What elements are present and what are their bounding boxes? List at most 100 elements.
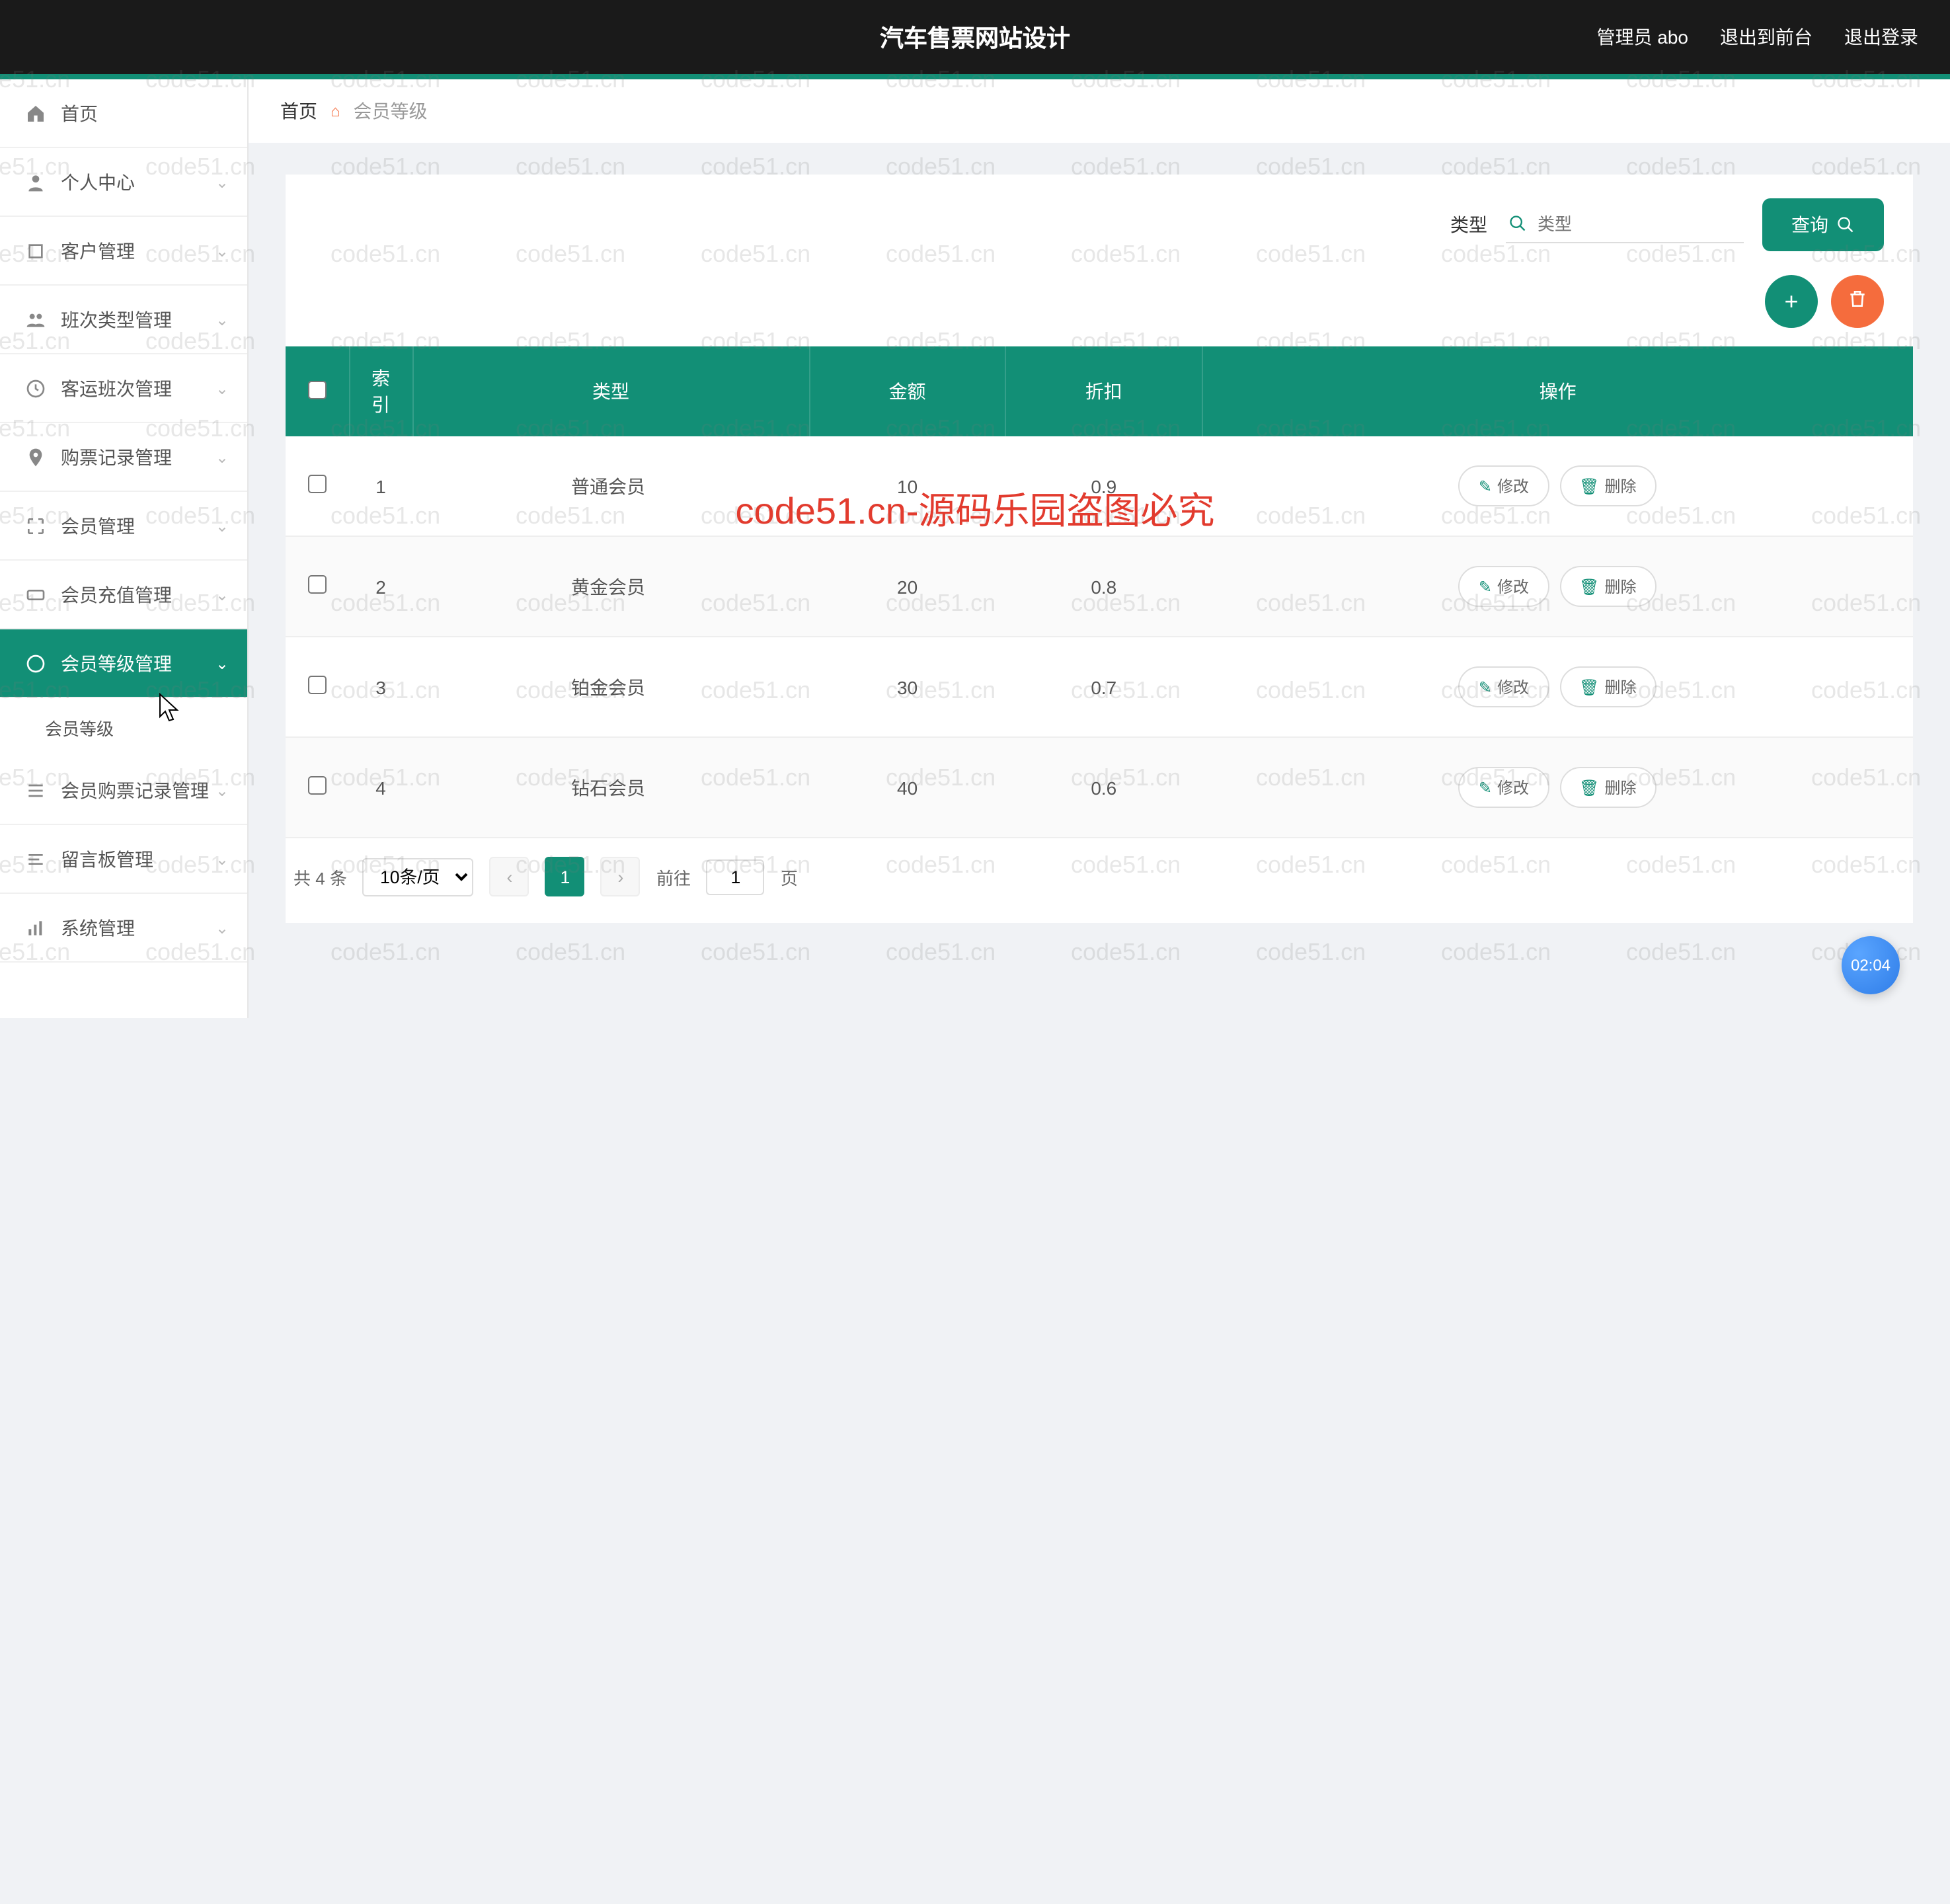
search-input[interactable] xyxy=(1506,206,1744,243)
table-header-5: 操作 xyxy=(1202,346,1913,436)
sidebar-item-label: 首页 xyxy=(61,100,98,126)
list-icon xyxy=(24,779,48,801)
next-page-button[interactable]: › xyxy=(601,857,641,896)
edit-button[interactable]: ✎ 修改 xyxy=(1459,566,1549,607)
search-button-label: 查询 xyxy=(1791,212,1828,238)
sidebar-item-1[interactable]: 个人中心 ⌄ xyxy=(0,148,247,217)
add-button[interactable]: + xyxy=(1765,275,1818,328)
delete-button[interactable]: 🗑 删除 xyxy=(1559,566,1657,607)
sidebar-item-5[interactable]: 购票记录管理⌄ xyxy=(0,423,247,492)
chevron-down-icon: ⌄ xyxy=(215,918,229,937)
sidebar-item-label: 购票记录管理 xyxy=(61,444,172,470)
pagination: 共 4 条 10条/页 ‹ 1 › 前往 页 xyxy=(286,838,1913,896)
cell-actions: ✎ 修改🗑 删除 xyxy=(1202,637,1913,737)
breadcrumb-current: 会员等级 xyxy=(354,98,428,124)
sidebar-item-11[interactable]: 系统管理 ⌄ xyxy=(0,894,247,963)
edit-button[interactable]: ✎ 修改 xyxy=(1459,666,1549,707)
table-header-0 xyxy=(286,346,349,436)
chevron-down-icon: ⌄ xyxy=(215,654,229,672)
edit-button[interactable]: ✎ 修改 xyxy=(1459,767,1549,808)
select-all-checkbox[interactable] xyxy=(308,380,327,399)
cell-index: 1 xyxy=(349,436,412,536)
sidebar-item-10[interactable]: 留言板管理 ⌄ xyxy=(0,825,247,894)
sidebar-item-9[interactable]: 会员购票记录管理 ⌄ xyxy=(0,756,247,825)
sidebar-item-label: 会员管理 xyxy=(61,512,135,539)
cell-index: 2 xyxy=(349,536,412,637)
sidebar-item-label: 留言板管理 xyxy=(61,846,153,872)
cell-amount: 30 xyxy=(809,637,1005,737)
chevron-down-icon: ⌄ xyxy=(215,310,229,329)
breadcrumb: 首页 ⌂ 会员等级 xyxy=(249,79,1950,143)
sidebar-item-label: 会员充值管理 xyxy=(61,581,172,608)
row-checkbox[interactable] xyxy=(308,676,327,694)
page-size-select[interactable]: 10条/页 xyxy=(363,857,474,896)
app-title: 汽车售票网站设计 xyxy=(880,20,1070,54)
table-header-4: 折扣 xyxy=(1005,346,1202,436)
data-table: 索引类型金额折扣操作 1普通会员100.9✎ 修改🗑 删除2黄金会员200.8✎… xyxy=(286,346,1913,838)
trash-icon: 🗑 xyxy=(1579,477,1599,495)
chevron-left-icon: ‹ xyxy=(506,867,512,887)
star-icon xyxy=(24,653,48,674)
sidebar-item-label: 客户管理 xyxy=(61,237,135,264)
action-bar: + xyxy=(286,264,1913,346)
jump-page-input[interactable] xyxy=(707,859,765,894)
table-row: 3铂金会员300.7✎ 修改🗑 删除 xyxy=(286,637,1913,737)
trash-icon: 🗑 xyxy=(1579,778,1599,797)
sidebar-item-label: 系统管理 xyxy=(61,914,135,941)
sidebar-item-7[interactable]: 会员充值管理⌄ xyxy=(0,561,247,629)
total-count: 共 4 条 xyxy=(293,864,347,889)
sidebar-item-3[interactable]: 班次类型管理 ⌄ xyxy=(0,286,247,354)
search-button[interactable]: 查询 xyxy=(1762,198,1884,251)
sidebar-item-label: 班次类型管理 xyxy=(61,306,172,333)
page-number-1[interactable]: 1 xyxy=(545,857,585,896)
chevron-down-icon: ⌄ xyxy=(215,781,229,799)
cell-type: 铂金会员 xyxy=(412,637,809,737)
cell-actions: ✎ 修改🗑 删除 xyxy=(1202,737,1913,838)
plus-icon: + xyxy=(1784,288,1798,315)
cell-discount: 0.8 xyxy=(1005,536,1202,637)
sidebar-subitem[interactable]: 会员等级 xyxy=(0,698,247,756)
sidebar-item-label: 客运班次管理 xyxy=(61,375,172,401)
row-checkbox[interactable] xyxy=(308,475,327,493)
logout-link[interactable]: 退出登录 xyxy=(1844,24,1918,50)
chevron-right-icon: › xyxy=(617,867,623,887)
search-bar: 类型 查询 xyxy=(286,175,1913,264)
edit-icon: ✎ xyxy=(1479,678,1492,696)
cell-type: 钻石会员 xyxy=(412,737,809,838)
jump-prefix: 前往 xyxy=(656,864,691,889)
cell-actions: ✎ 修改🗑 删除 xyxy=(1202,436,1913,536)
sidebar-item-4[interactable]: 客运班次管理 ⌄ xyxy=(0,354,247,423)
exit-front-link[interactable]: 退出到前台 xyxy=(1720,24,1813,50)
header-divider xyxy=(0,74,1950,79)
chevron-down-icon: ⌄ xyxy=(215,173,229,191)
crop-icon xyxy=(24,240,48,261)
cell-discount: 0.6 xyxy=(1005,737,1202,838)
sidebar-item-8[interactable]: 会员等级管理 ⌄ xyxy=(0,629,247,698)
sidebar-item-0[interactable]: 首页 xyxy=(0,79,247,148)
cell-type: 普通会员 xyxy=(412,436,809,536)
menu-icon xyxy=(24,848,48,869)
trash-icon: 🗑 xyxy=(1579,678,1599,696)
timer-badge: 02:04 xyxy=(1842,936,1900,994)
breadcrumb-home[interactable]: 首页 xyxy=(280,98,317,124)
sidebar-item-label: 会员等级管理 xyxy=(61,650,172,676)
bars-icon xyxy=(24,917,48,938)
admin-label[interactable]: 管理员 abo xyxy=(1597,24,1689,50)
row-checkbox[interactable] xyxy=(308,575,327,594)
chevron-down-icon: ⌄ xyxy=(215,379,229,397)
row-checkbox[interactable] xyxy=(308,776,327,795)
cell-discount: 0.7 xyxy=(1005,637,1202,737)
sidebar-item-6[interactable]: 会员管理⌄ xyxy=(0,492,247,561)
sidebar-item-2[interactable]: 客户管理⌄ xyxy=(0,217,247,286)
cell-index: 4 xyxy=(349,737,412,838)
table-row: 2黄金会员200.8✎ 修改🗑 删除 xyxy=(286,536,1913,637)
bulk-delete-button[interactable] xyxy=(1831,275,1884,328)
delete-button[interactable]: 🗑 删除 xyxy=(1559,666,1657,707)
prev-page-button[interactable]: ‹ xyxy=(490,857,529,896)
chevron-down-icon: ⌄ xyxy=(215,850,229,868)
sidebar-item-label: 个人中心 xyxy=(61,169,135,195)
sidebar-item-label: 会员购票记录管理 xyxy=(61,777,209,803)
delete-button[interactable]: 🗑 删除 xyxy=(1559,767,1657,808)
delete-button[interactable]: 🗑 删除 xyxy=(1559,465,1657,506)
edit-button[interactable]: ✎ 修改 xyxy=(1459,465,1549,506)
